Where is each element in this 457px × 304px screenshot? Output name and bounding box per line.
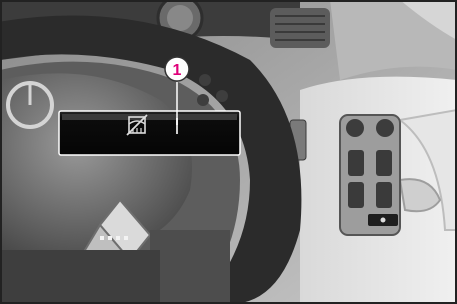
window-switch-panel — [339, 114, 401, 236]
car-interior-photo: 1 — [0, 0, 457, 304]
callout-badge: 1 — [164, 56, 190, 82]
indicator-panel — [58, 110, 241, 156]
callout-number: 1 — [173, 62, 182, 79]
photo-frame: 1 — [0, 0, 457, 304]
